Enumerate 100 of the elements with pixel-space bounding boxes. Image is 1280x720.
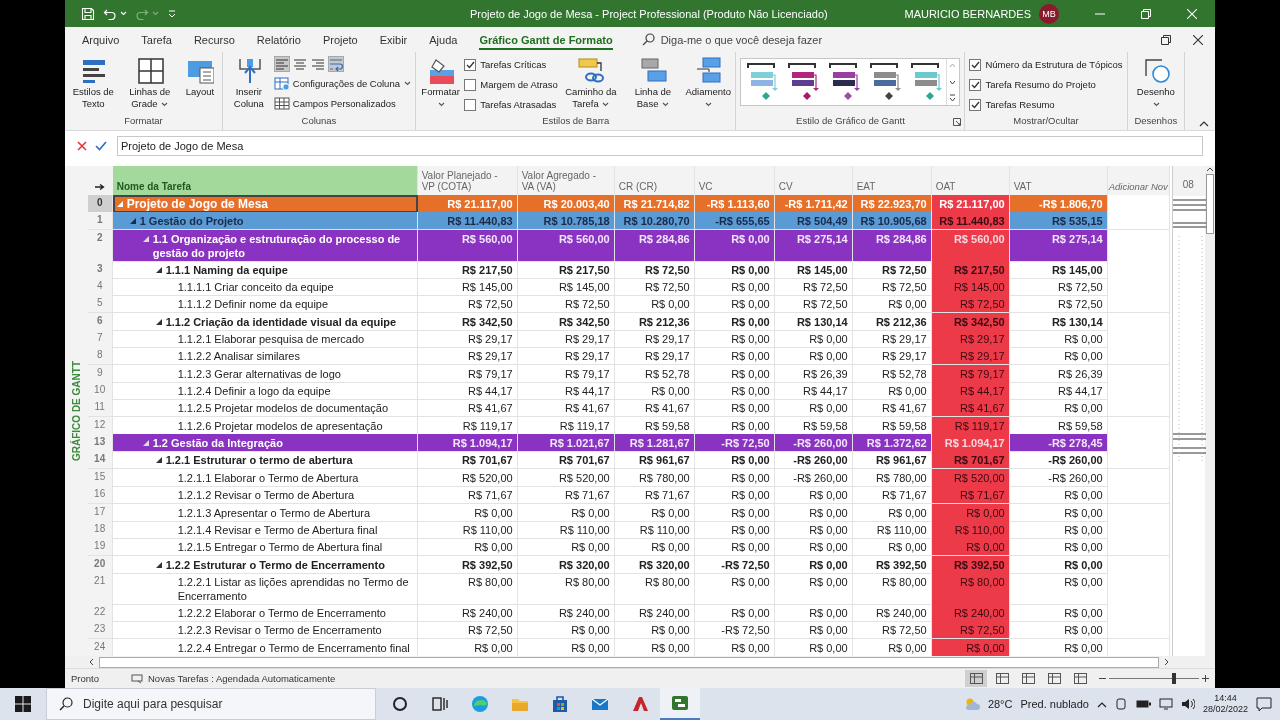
- align-toggle[interactable]: [309, 56, 326, 72]
- task-row[interactable]: 22 1.2.2.2 Elaborar o Termo de Encerramento R$ 240,00 R$ 240,00 R$ 240,00 R$ 0,00 R$ 0,00 R$ 240,00 R$ 240,00 R$ 0,00: [87, 603, 1170, 622]
- restore-icon[interactable]: [1161, 34, 1171, 45]
- scroll-left-icon[interactable]: [88, 658, 96, 666]
- column-header[interactable]: VC: [694, 166, 775, 195]
- vertical-scrollbar[interactable]: [1205, 166, 1215, 656]
- task-row[interactable]: 18 1.2.1.4 Revisar e Termo de Abertura final R$ 110,00 R$ 110,00 R$ 110,00 R$ 0,00 R$ 0,00 R$ 110,00 R$ 110,00 R$ 0,00: [87, 520, 1170, 539]
- ribbon-button[interactable]: Linha de Base: [623, 54, 682, 112]
- task-row[interactable]: 6 1.1.2 Criação da identidade visual da equipe R$ 342,50 R$ 342,50 R$ 212,36 R$ 0,00 R$ 130,14 R$ 212,36 R$ 342,50 R$ 130,14: [87, 312, 1170, 330]
- table-cell: R$ 0,00: [694, 312, 775, 331]
- menu-tab[interactable]: Tarefa: [130, 27, 183, 52]
- taskbar-app[interactable]: [660, 688, 700, 720]
- checkbox[interactable]: Número da Estrutura de Tópicos: [969, 56, 1123, 73]
- menu-tab[interactable]: Exibir: [368, 27, 419, 52]
- checkbox[interactable]: Tarefas Atrasadas: [464, 96, 558, 113]
- task-row[interactable]: 13 1.2 Gestão da Integração R$ 1.094,17 R$ 1.021,67 R$ 1.281,67 -R$ 72,50 -R$ 260,00 R$ 1.372,62 R$ 1.094,17 -R$ 278,45: [87, 434, 1170, 452]
- outline-triangle-icon[interactable]: [155, 318, 162, 325]
- zoom-thumb[interactable]: [1171, 673, 1176, 684]
- save-icon[interactable]: [81, 6, 95, 21]
- cancel-icon[interactable]: [77, 141, 87, 151]
- notification-icon[interactable]: [1256, 697, 1272, 711]
- checkbox[interactable]: Tarefas Críticas: [464, 56, 558, 73]
- battery-icon[interactable]: [1135, 700, 1151, 708]
- task-row[interactable]: 5 1.1.1.2 Definir nome da equipe R$ 72,50 R$ 72,50 R$ 0,00 R$ 0,00 R$ 72,50 R$ 0,00 R$ 72,50 R$ 72,50: [87, 295, 1170, 313]
- clock[interactable]: 14:44 28/02/2022: [1202, 693, 1248, 715]
- outline-triangle-icon[interactable]: [155, 266, 162, 273]
- menu-tab[interactable]: Recurso: [182, 27, 246, 52]
- column-header[interactable]: VAT: [1009, 166, 1108, 195]
- checkbox[interactable]: Tarefa Resumo do Projeto: [969, 76, 1123, 93]
- align-toggle[interactable]: [327, 56, 344, 72]
- table-cell: R$ 71,67: [517, 486, 615, 505]
- horizontal-scrollbar[interactable]: [88, 656, 1170, 668]
- checkbox[interactable]: Margem de Atraso: [464, 76, 558, 93]
- ribbon-button[interactable]: Inserir Coluna: [226, 54, 271, 112]
- menu-tab[interactable]: Projeto: [311, 27, 369, 52]
- checkbox[interactable]: Tarefas Resumo: [969, 96, 1123, 113]
- task-row[interactable]: 8 1.1.2.2 Analisar similares R$ 29,17 R$ 29,17 R$ 29,17 R$ 0,00 R$ 0,00 R$ 29,17 R$ 29,17 R$ 0,00: [87, 347, 1170, 365]
- ribbon-button[interactable]: Configurações de Coluna: [273, 75, 411, 92]
- column-header[interactable]: CR (CR): [614, 166, 695, 195]
- ribbon-button[interactable]: Layout: [181, 54, 218, 100]
- ribbon-button[interactable]: Campos Personalizados: [273, 95, 411, 112]
- confirm-icon[interactable]: [95, 141, 107, 151]
- task-row[interactable]: 15 1.2.1.1 Elaborar o Termo de Abertura R$ 520,00 R$ 520,00 R$ 780,00 R$ 0,00 -R$ 260,00 R$ 780,00 R$ 520,00 -R$ 260,00: [87, 468, 1170, 487]
- new-tasks-mode[interactable]: Novas Tarefas : Agendada Automaticamente: [131, 673, 336, 684]
- ribbon-button[interactable]: Estilos de Texto: [69, 54, 118, 112]
- column-header[interactable]: Valor Agregado - VA (VA): [517, 166, 615, 195]
- tell-me-field[interactable]: Diga-me o que você deseja fazer: [641, 33, 823, 46]
- task-row[interactable]: 7 1.1.2.1 Elaborar pesquisa de mercado R$ 29,17 R$ 29,17 R$ 29,17 R$ 0,00 R$ 0,00 R$ 29,17 R$ 29,17 R$ 0,00: [87, 329, 1170, 348]
- ribbon-button[interactable]: Caminho da Tarefa: [560, 54, 621, 112]
- dialog-launcher-icon[interactable]: [953, 118, 962, 126]
- outline-triangle-icon[interactable]: [155, 561, 162, 568]
- menu-tab[interactable]: Ajuda: [418, 27, 469, 52]
- row-number: 19: [87, 538, 113, 557]
- caret-icon: [1152, 102, 1160, 107]
- user-avatar[interactable]: MB: [1039, 3, 1059, 24]
- task-row[interactable]: 23 1.2.2.3 Revisar o Termo de Encerramento R$ 72,50 R$ 0,00 R$ 0,00 -R$ 72,50 R$ 0,00 R$ 72,50 R$ 72,50 R$ 0,00: [87, 621, 1170, 639]
- view-button[interactable]: [965, 670, 987, 687]
- task-row[interactable]: 16 1.2.1.2 Revisar o Termo de Abertura R$ 71,67 R$ 71,67 R$ 71,67 R$ 0,00 R$ 0,00 R$ 71,67 R$ 71,67 R$ 0,00: [87, 486, 1170, 504]
- task-row[interactable]: 4 1.1.1.1 Criar conceito da equipe R$ 145,00 R$ 145,00 R$ 72,50 R$ 0,00 R$ 72,50 R$ 72,50 R$ 145,00 R$ 72,50: [87, 277, 1170, 296]
- column-header[interactable]: Valor Planejado - VP (COTA): [417, 166, 518, 195]
- close-icon[interactable]: [1193, 34, 1203, 45]
- column-header[interactable]: Adicionar Nov: [1107, 166, 1170, 195]
- column-header[interactable]: CV: [774, 166, 853, 195]
- task-row[interactable]: 2 1.1 Organização e estruturação do processo de gestão do projeto R$ 560,00 R$ 560,00 R$ 284,86 R$ 0,00 R$ 275,14 R$ 284,86 R$ 560,00 R$ 275,14: [87, 229, 1170, 261]
- network-icon[interactable]: [1158, 698, 1173, 710]
- taskbar-search-field[interactable]: Digite aqui para pesquisar: [46, 688, 376, 720]
- ribbon-button[interactable]: Adiamento: [684, 54, 732, 112]
- task-row[interactable]: 17 1.2.1.3 Apresentar o Termo de Abertura R$ 0,00 R$ 0,00 R$ 0,00 R$ 0,00 R$ 0,00 R$ 0,00 R$ 0,00 R$ 0,00: [87, 503, 1170, 521]
- column-header[interactable]: EAT: [852, 166, 932, 195]
- column-header[interactable]: OAT: [931, 166, 1010, 195]
- chevron-up-icon[interactable]: [1096, 700, 1107, 708]
- task-row[interactable]: 1 1 Gestão do Projeto R$ 11.440,83 R$ 10.785,18 R$ 10.280,70 -R$ 655,65 R$ 504,49 R$ 10.905,68 R$ 11.440,83 R$ 535,15: [87, 212, 1170, 230]
- menu-tab[interactable]: Relatório: [245, 27, 312, 52]
- menu-tab[interactable]: Arquivo: [71, 27, 131, 52]
- zoom-out-icon[interactable]: [1099, 675, 1106, 682]
- task-row[interactable]: 19 1.2.1.5 Entregar o Termo de Abertura final R$ 0,00 R$ 0,00 R$ 0,00 R$ 0,00 R$ 0,00 R$ 0,00 R$ 0,00 R$ 0,00: [87, 538, 1170, 556]
- volume-icon[interactable]: [1180, 698, 1195, 710]
- zoom-in-icon[interactable]: [1202, 675, 1209, 682]
- select-all-arrow-icon[interactable]: [95, 183, 106, 190]
- menu-tab[interactable]: Gráfico Gantt de Formato: [468, 27, 624, 52]
- entry-field[interactable]: Projeto de Jogo de Mesa: [117, 136, 1203, 156]
- collapse-ribbon-icon[interactable]: [1199, 120, 1209, 127]
- align-toggle[interactable]: [291, 56, 308, 72]
- outline-triangle-icon[interactable]: [155, 457, 162, 464]
- scroll-right-icon[interactable]: [1162, 658, 1170, 666]
- ribbon-button[interactable]: Formatar: [420, 54, 462, 112]
- align-toggle[interactable]: [273, 56, 290, 72]
- task-row[interactable]: 11 1.1.2.5 Projetar modelos de documentação R$ 41,67 R$ 41,67 R$ 41,67 R$ 0,00 R$ 0,00 R$ 41,67 R$ 41,67 R$ 0,00: [87, 399, 1170, 417]
- task-row[interactable]: 20 1.2.2 Estruturar o Termo de Encerramento R$ 392,50 R$ 320,00 R$ 320,00 -R$ 72,50 R$ 0,00 R$ 392,50 R$ 392,50 R$ 0,00: [87, 555, 1170, 573]
- task-row[interactable]: 14 1.2.1 Estruturar o termo de abertura R$ 701,67 R$ 701,67 R$ 961,67 R$ 0,00 -R$ 260,00 R$ 961,67 R$ 701,67 -R$ 260,00: [87, 451, 1170, 469]
- task-row[interactable]: 10 1.1.2.4 Definir a logo da equipe R$ 44,17 R$ 44,17 R$ 0,00 R$ 0,00 R$ 44,17 R$ 0,00 R$ 44,17 R$ 44,17: [87, 382, 1170, 400]
- scroll-up-icon[interactable]: [1206, 166, 1215, 172]
- ribbon-button[interactable]: Desenho: [1131, 54, 1180, 112]
- task-row[interactable]: 9 1.1.2.3 Gerar alternativas de logo R$ 79,17 R$ 79,17 R$ 52,78 R$ 0,00 R$ 26,39 R$ 52,78 R$ 79,17 R$ 26,39: [87, 364, 1170, 383]
- task-row[interactable]: 21 1.2.2.1 Listar as lições aprendidas no Termo de Encerramento R$ 80,00 R$ 80,00 R$ 80,00 R$ 0,00 R$ 0,00 R$ 80,00 R$ 80,00 R$ 0,00: [87, 573, 1170, 604]
- scroll-thumb[interactable]: [1206, 174, 1215, 234]
- task-row[interactable]: 3 1.1.1 Naming da equipe R$ 217,50 R$ 217,50 R$ 72,50 R$ 0,00 R$ 145,00 R$ 72,50 R$ 217,50 R$ 145,00: [87, 260, 1170, 278]
- column-header[interactable]: Nome da Tarefa: [112, 166, 418, 195]
- customize-icon[interactable]: [167, 8, 177, 19]
- ribbon-button[interactable]: Linhas de Grade: [120, 54, 179, 112]
